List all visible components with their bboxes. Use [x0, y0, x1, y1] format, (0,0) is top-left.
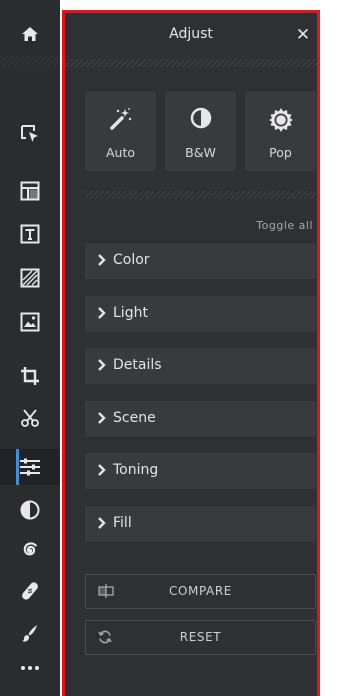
section-label: Toning: [113, 462, 159, 478]
crop-icon: [21, 367, 39, 385]
tool-sidebar: [0, 0, 60, 696]
cutout-tool-button[interactable]: [0, 400, 60, 436]
more-tools-button[interactable]: [0, 650, 60, 686]
cutout-scissors-icon: [21, 409, 39, 427]
section-label: Fill: [113, 515, 132, 531]
image-tool-button[interactable]: [0, 304, 60, 340]
auto-label: Auto: [105, 145, 136, 160]
bw-button[interactable]: B&W: [165, 91, 236, 171]
adjust-tool-button[interactable]: [0, 449, 60, 485]
home-icon: [22, 27, 38, 41]
image-icon: [20, 312, 40, 332]
section-label: Details: [113, 357, 162, 373]
adjust-panel: Adjust ✕ Auto B&W Pop Toggle all Color L…: [62, 10, 320, 696]
section-light[interactable]: Light: [85, 296, 316, 332]
select-arrow-icon: [21, 125, 38, 142]
auto-button[interactable]: Auto: [85, 91, 156, 171]
bandage-retouch-icon: [22, 582, 38, 600]
section-label: Scene: [113, 410, 156, 426]
bw-label: B&W: [185, 145, 216, 160]
panel-title: Adjust: [169, 26, 213, 42]
section-toning[interactable]: Toning: [85, 453, 316, 489]
select-tool-button[interactable]: [0, 116, 60, 152]
pop-label: Pop: [269, 145, 292, 160]
chevron-right-icon: [98, 254, 106, 266]
more-dots-icon: [21, 666, 39, 670]
text-tool-button[interactable]: [0, 216, 60, 252]
chevron-right-icon: [98, 359, 106, 371]
reset-label: RESET: [179, 630, 222, 644]
magic-wand-icon: [109, 108, 131, 130]
artsy-tool-button[interactable]: [0, 532, 60, 568]
section-fill[interactable]: Fill: [85, 506, 316, 542]
texture-tool-button[interactable]: [0, 260, 60, 296]
brush-icon: [22, 625, 37, 642]
paint-tool-button[interactable]: [0, 615, 60, 651]
toolbar-divider: [0, 56, 60, 66]
toggle-all-link[interactable]: Toggle all: [256, 219, 313, 232]
effects-tool-button[interactable]: [0, 492, 60, 528]
reset-button[interactable]: RESET: [85, 620, 316, 655]
crop-tool-button[interactable]: [0, 358, 60, 394]
compare-label: COMPARE: [169, 584, 232, 598]
contrast-circle-icon: [20, 500, 40, 520]
layout-icon: [20, 181, 40, 201]
section-label: Light: [113, 305, 148, 321]
section-label: Color: [113, 252, 150, 268]
chevron-right-icon: [98, 412, 106, 424]
panel-header: Adjust ✕: [65, 13, 317, 59]
half-circle-icon: [190, 107, 211, 129]
section-details[interactable]: Details: [85, 348, 316, 384]
chevron-right-icon: [98, 464, 106, 476]
sun-burst-icon: [268, 108, 293, 132]
section-color[interactable]: Color: [85, 243, 316, 279]
retouch-tool-button[interactable]: [0, 573, 60, 609]
spiral-effects-icon: [23, 542, 37, 556]
close-button[interactable]: ✕: [293, 25, 313, 45]
chevron-right-icon: [98, 517, 106, 529]
chevron-right-icon: [98, 307, 106, 319]
pop-button[interactable]: Pop: [245, 91, 316, 171]
header-divider: [65, 59, 317, 67]
home-button[interactable]: [0, 16, 60, 52]
layout-tool-button[interactable]: [0, 173, 60, 209]
text-icon: [20, 224, 40, 244]
adjust-sliders-icon: [20, 458, 40, 476]
texture-icon: [20, 268, 40, 288]
compare-button[interactable]: COMPARE: [85, 574, 316, 609]
quick-actions-divider: [85, 191, 316, 199]
section-scene[interactable]: Scene: [85, 401, 316, 437]
close-icon: ✕: [295, 25, 311, 45]
